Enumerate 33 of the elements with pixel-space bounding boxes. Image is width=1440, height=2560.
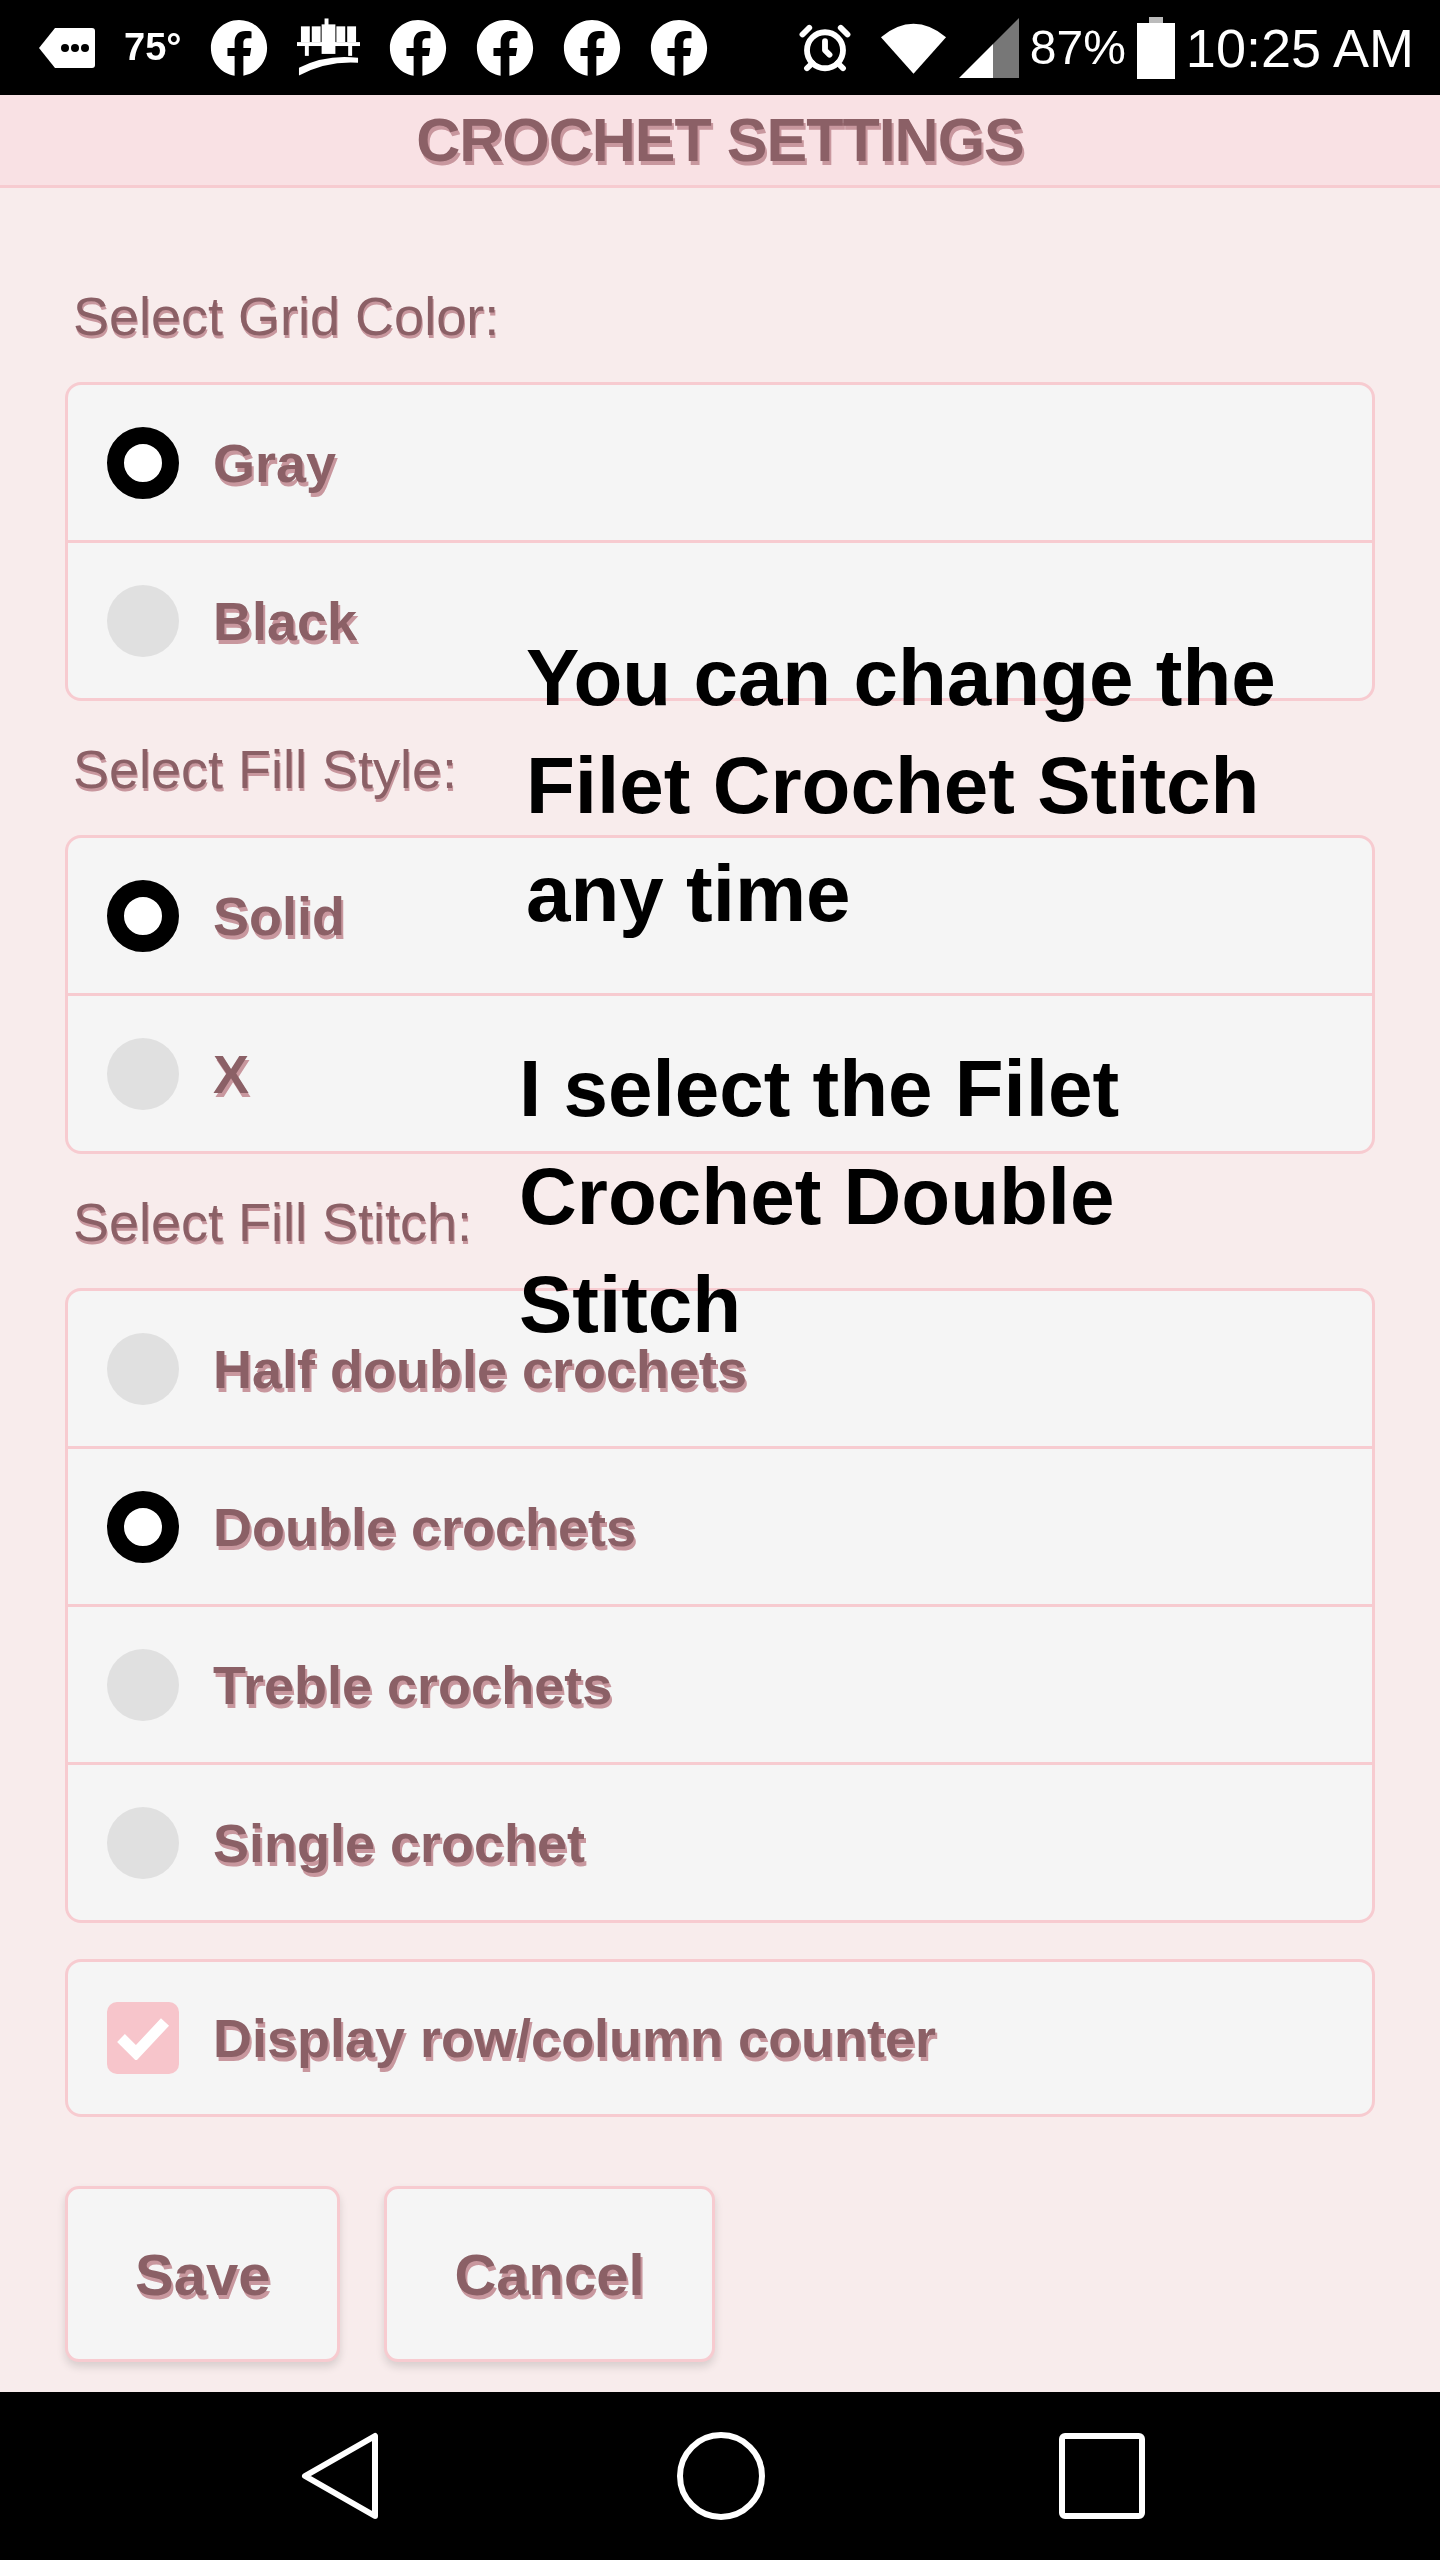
option-label: Black: [213, 589, 358, 652]
section-label: Select Fill Style:: [72, 739, 458, 799]
section-label: Select Fill Stitch:: [72, 1192, 473, 1252]
clock-text: 10:25 AM: [1185, 16, 1414, 79]
back-icon[interactable]: [301, 2432, 379, 2520]
facebook-icon: [650, 18, 709, 77]
checkbox-label: Display row/column counter: [213, 2007, 937, 2069]
option-label: Gray: [213, 431, 337, 494]
signal-icon: [958, 17, 1019, 78]
annotation-text: You can change the Filet Crochet Stitch any time: [526, 632, 1277, 940]
message-icon: [39, 27, 95, 68]
option-label: X: [213, 1042, 250, 1105]
facebook-icon: [210, 18, 269, 77]
wifi-icon: [878, 21, 948, 74]
facebook-icon: [389, 18, 448, 77]
check-icon: [116, 2016, 170, 2060]
checkbox[interactable]: [107, 2002, 179, 2074]
section-label: Select Grid Color:: [72, 286, 500, 346]
cancel-button[interactable]: Cancel: [384, 2186, 715, 2362]
temperature-text: 75°: [124, 26, 182, 69]
recent-apps-icon[interactable]: [1059, 2433, 1145, 2519]
home-icon[interactable]: [677, 2432, 765, 2520]
battery-icon: [1136, 16, 1175, 79]
option-label: Treble crochets: [213, 1653, 613, 1716]
battery-percent-text: 87%: [1029, 20, 1126, 75]
save-button[interactable]: Save: [65, 2186, 341, 2362]
facebook-icon: [476, 18, 535, 77]
space-station-icon: [297, 17, 361, 78]
option-label: Solid: [213, 884, 345, 947]
facebook-icon: [563, 18, 622, 77]
option-label: Double crochets: [213, 1495, 637, 1558]
title-text: CROCHET SETTINGS: [416, 105, 1024, 175]
option-label: Single crochet: [213, 1811, 586, 1874]
